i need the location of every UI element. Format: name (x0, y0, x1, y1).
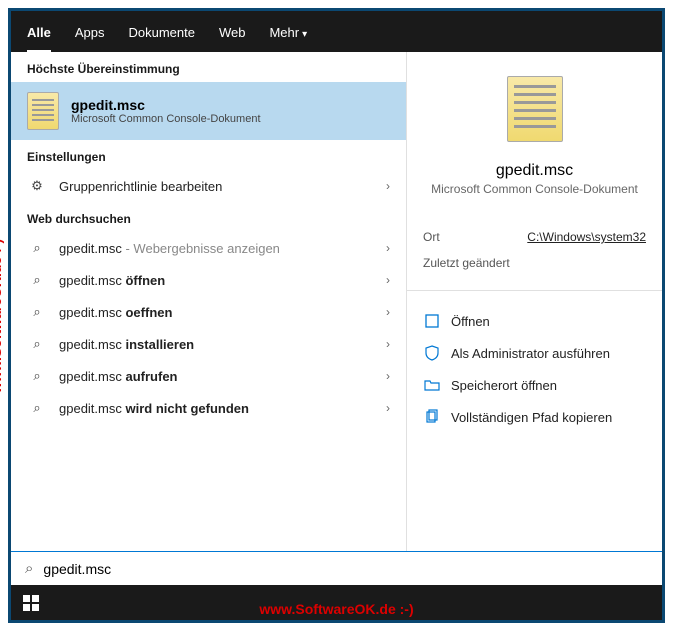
copy-icon (423, 408, 441, 426)
tabs-bar: Alle Apps Dokumente Web Mehr▾ (11, 11, 662, 52)
settings-item-gpo-edit[interactable]: ⚙ Gruppenrichtlinie bearbeiten › (11, 170, 406, 202)
best-match-result[interactable]: gpedit.msc Microsoft Common Console-Doku… (11, 82, 406, 140)
search-input-text: gpedit.msc (43, 561, 111, 577)
result-label: gpedit.msc aufrufen (59, 369, 374, 384)
watermark-bottom: www.SoftwareOK.de :-) (259, 601, 413, 617)
action-open-location[interactable]: Speicherort öffnen (423, 369, 646, 401)
detail-filename: gpedit.msc (423, 162, 646, 180)
divider (407, 290, 662, 291)
action-label: Als Administrator ausführen (451, 346, 610, 361)
document-large-icon (507, 76, 563, 142)
chevron-down-icon: ▾ (302, 29, 307, 40)
web-result-5[interactable]: ⌕ gpedit.msc wird nicht gefunden › (11, 392, 406, 424)
open-icon (423, 312, 441, 330)
detail-pane: gpedit.msc Microsoft Common Console-Doku… (406, 52, 662, 551)
chevron-right-icon: › (386, 337, 390, 351)
chevron-right-icon: › (386, 273, 390, 287)
action-copy-path[interactable]: Vollständigen Pfad kopieren (423, 401, 646, 433)
meta-location: Ort C:\Windows\system32 (423, 224, 646, 250)
result-label: gpedit.msc installieren (59, 337, 374, 352)
search-icon: ⌕ (27, 400, 47, 416)
search-icon: ⌕ (27, 272, 47, 288)
action-label: Vollständigen Pfad kopieren (451, 410, 612, 425)
web-result-0[interactable]: ⌕ gpedit.msc - Webergebnisse anzeigen › (11, 232, 406, 264)
action-label: Öffnen (451, 314, 490, 329)
start-button[interactable] (11, 585, 51, 620)
meta-label: Ort (423, 230, 497, 244)
result-label: gpedit.msc öffnen (59, 273, 374, 288)
gear-icon: ⚙ (27, 178, 47, 194)
search-icon: ⌕ (27, 240, 47, 256)
action-label: Speicherort öffnen (451, 378, 557, 393)
best-match-text: gpedit.msc Microsoft Common Console-Doku… (71, 97, 261, 125)
web-result-2[interactable]: ⌕ gpedit.msc oeffnen › (11, 296, 406, 328)
search-input-box[interactable]: ⌕ gpedit.msc (11, 551, 662, 585)
folder-icon (423, 376, 441, 394)
search-panel: Alle Apps Dokumente Web Mehr▾ Höchste Üb… (11, 11, 662, 585)
detail-meta: Ort C:\Windows\system32 Zuletzt geändert (423, 224, 646, 276)
section-best-match: Höchste Übereinstimmung (11, 52, 406, 82)
result-label: gpedit.msc wird nicht gefunden (59, 401, 374, 416)
chevron-right-icon: › (386, 401, 390, 415)
search-icon: ⌕ (27, 368, 47, 384)
content-area: Höchste Übereinstimmung gpedit.msc Micro… (11, 52, 662, 551)
watermark-vertical: www.SoftwareOK.de :-) (0, 238, 4, 392)
search-icon: ⌕ (27, 336, 47, 352)
web-result-4[interactable]: ⌕ gpedit.msc aufrufen › (11, 360, 406, 392)
document-icon (27, 92, 59, 130)
tab-web[interactable]: Web (219, 19, 246, 52)
result-label: gpedit.msc oeffnen (59, 305, 374, 320)
chevron-right-icon: › (386, 305, 390, 319)
tab-apps[interactable]: Apps (75, 19, 105, 52)
results-column: Höchste Übereinstimmung gpedit.msc Micro… (11, 52, 406, 551)
action-open[interactable]: Öffnen (423, 305, 646, 337)
search-icon: ⌕ (27, 304, 47, 320)
search-icon: ⌕ (25, 560, 33, 577)
meta-value[interactable]: C:\Windows\system32 (527, 230, 646, 244)
web-result-3[interactable]: ⌕ gpedit.msc installieren › (11, 328, 406, 360)
result-label: Gruppenrichtlinie bearbeiten (59, 179, 374, 194)
chevron-right-icon: › (386, 241, 390, 255)
result-label: gpedit.msc - Webergebnisse anzeigen (59, 241, 374, 256)
section-settings: Einstellungen (11, 140, 406, 170)
tab-documents[interactable]: Dokumente (128, 19, 194, 52)
tab-all[interactable]: Alle (27, 19, 51, 52)
meta-label: Zuletzt geändert (423, 256, 513, 270)
meta-modified: Zuletzt geändert (423, 250, 646, 276)
best-match-subtitle: Microsoft Common Console-Dokument (71, 113, 261, 125)
section-web: Web durchsuchen (11, 202, 406, 232)
web-result-1[interactable]: ⌕ gpedit.msc öffnen › (11, 264, 406, 296)
detail-subtitle: Microsoft Common Console-Dokument (423, 182, 646, 196)
chevron-right-icon: › (386, 179, 390, 193)
chevron-right-icon: › (386, 369, 390, 383)
best-match-title: gpedit.msc (71, 97, 261, 113)
shield-icon (423, 344, 441, 362)
action-run-admin[interactable]: Als Administrator ausführen (423, 337, 646, 369)
tab-more[interactable]: Mehr▾ (269, 19, 307, 52)
